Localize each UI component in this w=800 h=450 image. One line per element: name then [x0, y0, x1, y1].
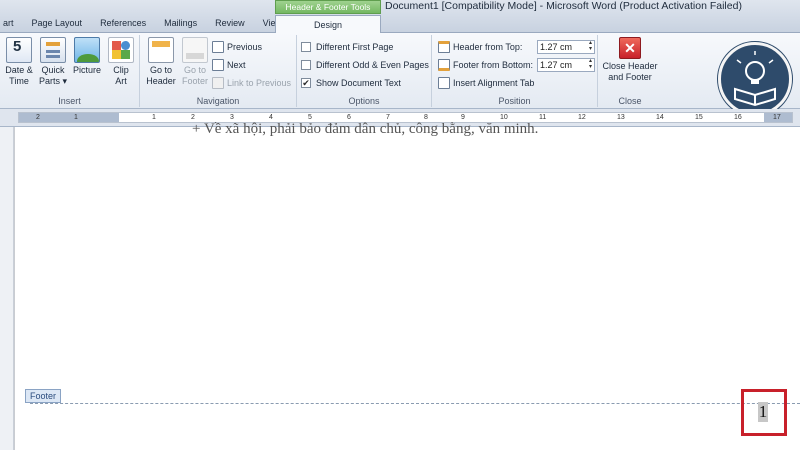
ruler-tick: 11 — [539, 114, 547, 121]
page-number[interactable]: 1 — [758, 402, 768, 422]
navigation-group: Go to Header Go to Footer Previous Next … — [140, 35, 297, 107]
close-group: ✕ Close Header and Footer Close — [598, 35, 662, 107]
tab-review[interactable]: Review — [206, 16, 254, 33]
tab-page-layout[interactable]: Page Layout — [23, 16, 92, 33]
ruler-tick: 1 — [74, 114, 78, 121]
ruler-tick: 1 — [152, 114, 156, 121]
clip-art-button[interactable]: Clip Art — [106, 37, 136, 87]
ribbon: 5 Date & Time Quick Parts ▾ Picture Clip… — [0, 33, 800, 116]
ruler-tick: 2 — [36, 114, 40, 121]
vertical-ruler — [0, 127, 14, 450]
header-footer-tools-label: Header & Footer Tools — [275, 0, 381, 14]
ruler-tick: 16 — [734, 114, 742, 121]
tab-design[interactable]: Design — [275, 15, 381, 34]
insert-alignment-tab-button[interactable]: Insert Alignment Tab — [438, 75, 534, 91]
footer-from-bottom-row: Footer from Bottom: — [438, 57, 533, 73]
link-to-previous-button[interactable]: Link to Previous — [212, 75, 291, 91]
tab-mailings[interactable]: Mailings — [155, 16, 206, 33]
different-first-page-checkbox[interactable]: Different First Page — [301, 39, 393, 55]
previous-section-icon — [212, 41, 224, 53]
ruler-left-margin — [19, 113, 119, 122]
footer-from-bottom-input[interactable]: 1.27 cm — [537, 58, 595, 72]
navigation-group-label: Navigation — [196, 96, 240, 106]
checkbox-unchecked[interactable] — [301, 60, 311, 70]
ruler-tick: 17 — [773, 114, 781, 121]
go-to-header-icon — [148, 37, 174, 63]
lightbulb-book-icon — [734, 51, 776, 107]
go-to-footer-icon — [182, 37, 208, 63]
clip-art-icon — [108, 37, 134, 63]
window-title: Document1 [Compatibility Mode] - Microso… — [385, 0, 742, 12]
go-to-header-button[interactable]: Go to Header — [144, 37, 178, 87]
close-header-footer-button[interactable]: ✕ Close Header and Footer — [600, 37, 660, 83]
logo — [718, 42, 792, 116]
next-section-icon — [212, 59, 224, 71]
quick-parts-icon — [40, 37, 66, 63]
ruler-tick: 15 — [695, 114, 703, 121]
position-group: Header from Top: 1.27 cm Footer from Bot… — [432, 35, 598, 107]
date-time-button[interactable]: 5 Date & Time — [4, 37, 34, 87]
header-from-top-input[interactable]: 1.27 cm — [537, 40, 595, 54]
checkmark-icon[interactable]: ✔ — [301, 78, 311, 88]
footer-position-icon — [438, 59, 450, 71]
calendar-icon: 5 — [6, 37, 32, 63]
picture-button[interactable]: Picture — [72, 37, 102, 76]
alignment-tab-icon — [438, 77, 450, 89]
insert-group-label: Insert — [58, 96, 81, 106]
link-icon — [212, 77, 224, 89]
options-group-label: Options — [348, 96, 380, 106]
footer-tag: Footer — [25, 389, 62, 403]
body-text-line[interactable]: + Về xã hội, phải bảo đảm dân chủ, công … — [192, 121, 538, 138]
checkbox-unchecked[interactable] — [301, 42, 311, 52]
page-number-highlight: 1 — [741, 389, 787, 436]
show-document-text-checkbox[interactable]: ✔ Show Document Text — [301, 75, 401, 91]
picture-icon — [74, 37, 100, 63]
close-icon: ✕ — [619, 37, 641, 59]
different-odd-even-checkbox[interactable]: Different Odd & Even Pages — [301, 57, 429, 73]
ruler-tick: 13 — [617, 114, 625, 121]
document-page[interactable]: + Về xã hội, phải bảo đảm dân chủ, công … — [15, 121, 800, 450]
title-bar: art Page Layout References Mailings Revi… — [0, 0, 800, 34]
position-group-label: Position — [498, 96, 531, 106]
close-group-label: Close — [618, 96, 642, 106]
ruler-tick: 14 — [656, 114, 664, 121]
tab-insert-partial[interactable]: art — [0, 16, 23, 33]
header-position-icon — [438, 41, 450, 53]
previous-button[interactable]: Previous — [212, 39, 262, 55]
header-from-top-row: Header from Top: — [438, 39, 522, 55]
options-group: Different First Page Different Odd & Eve… — [297, 35, 432, 107]
ruler-tick: 12 — [578, 114, 586, 121]
footer-boundary — [30, 403, 800, 404]
ribbon-tabs: art Page Layout References Mailings Revi… — [0, 16, 291, 33]
insert-group: 5 Date & Time Quick Parts ▾ Picture Clip… — [0, 35, 140, 107]
tab-references[interactable]: References — [91, 16, 155, 33]
next-button[interactable]: Next — [212, 57, 246, 73]
quick-parts-button[interactable]: Quick Parts ▾ — [38, 37, 68, 87]
go-to-footer-button[interactable]: Go to Footer — [178, 37, 212, 87]
